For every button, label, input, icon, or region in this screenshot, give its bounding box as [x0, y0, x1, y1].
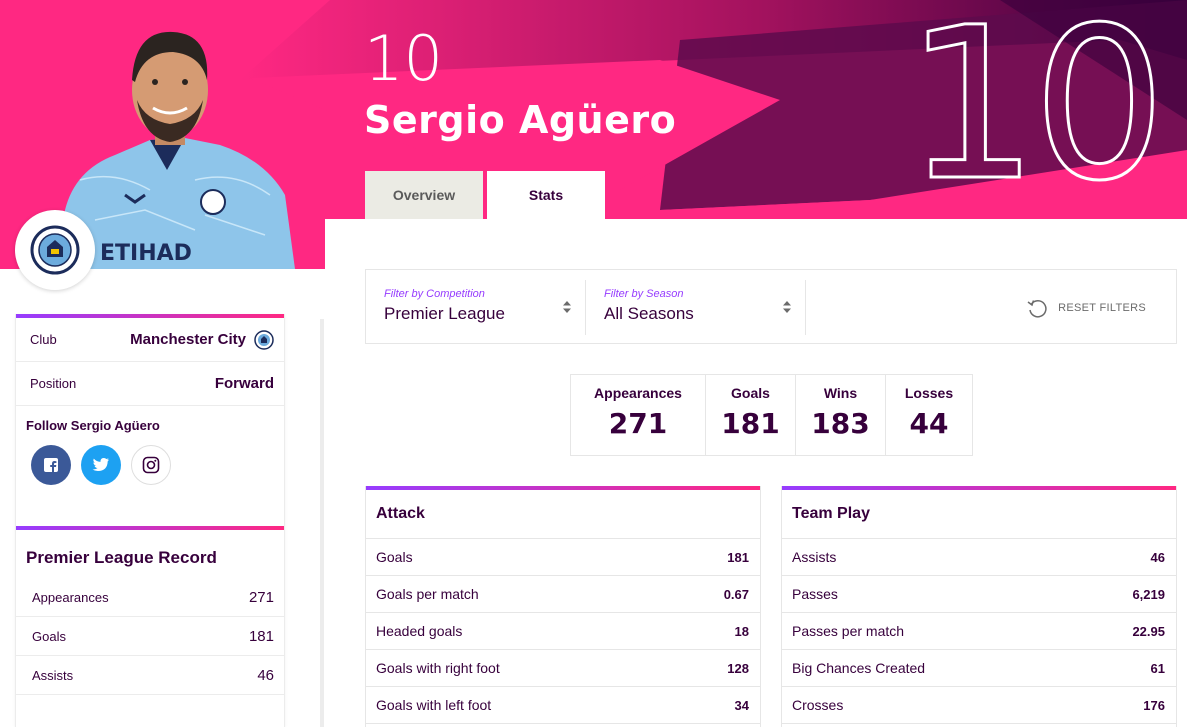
stats-filters: Filter by Competition Premier League Fil… — [365, 269, 1177, 344]
record-row: Assists 46 — [16, 656, 284, 695]
headline-stat-value: 44 — [909, 407, 949, 440]
stat-row: Crosses 176 — [782, 687, 1176, 724]
headline-stat-losses: Losses 44 — [886, 375, 972, 455]
club-label: Club — [30, 332, 57, 347]
record-value: 181 — [248, 627, 274, 645]
season-filter-label: Filter by Season — [604, 288, 684, 300]
record-value: 46 — [257, 666, 274, 684]
card-title: Team Play — [782, 490, 1176, 539]
competition-filter[interactable]: Filter by Competition Premier League — [366, 280, 586, 335]
stat-label: Passes — [792, 586, 838, 602]
player-info-sidebar: Club Manchester City Position Forward Fo… — [15, 314, 285, 727]
record-label: Appearances — [32, 589, 109, 605]
stat-label: Big Chances Created — [792, 660, 926, 676]
stat-value: 18 — [734, 623, 749, 639]
stat-row: Passes per match 22.95 — [782, 613, 1176, 650]
record-label: Goals — [32, 628, 66, 644]
stat-label: Goals — [376, 549, 413, 565]
follow-title: Follow Sergio Agüero — [26, 418, 160, 433]
sort-arrows-icon — [783, 301, 791, 313]
svg-text:ETIHAD: ETIHAD — [100, 241, 192, 266]
club-crest-icon — [254, 329, 274, 350]
headline-stat-label: Appearances — [594, 385, 682, 401]
stat-row: Big Chances Created 61 — [782, 650, 1176, 687]
follow-section: Follow Sergio Agüero — [16, 406, 284, 526]
stat-value: 46 — [1150, 549, 1165, 565]
position-label: Position — [30, 376, 77, 391]
stat-row: Passes 6,219 — [782, 576, 1176, 613]
headline-stat-value: 271 — [608, 407, 668, 440]
card-title: Attack — [366, 490, 760, 539]
stat-value: 128 — [727, 660, 749, 676]
stat-value: 34 — [734, 697, 749, 713]
facebook-link[interactable] — [31, 445, 71, 485]
instagram-icon — [142, 456, 160, 474]
stat-value: 22.95 — [1132, 623, 1165, 639]
stat-row: Assists 46 — [782, 539, 1176, 576]
record-title: Premier League Record — [26, 548, 217, 567]
reset-icon — [1027, 300, 1047, 318]
player-name-heading: Sergio Agüero — [364, 98, 677, 142]
stat-row: Goals 181 — [366, 539, 760, 576]
stat-value: 176 — [1143, 697, 1165, 713]
competition-filter-label: Filter by Competition — [384, 288, 485, 300]
headline-stats: Appearances 271 Goals 181 Wins 183 Losse… — [570, 374, 973, 456]
record-value: 271 — [248, 588, 274, 606]
stat-row: Goals per match 0.67 — [366, 576, 760, 613]
twitter-link[interactable] — [81, 445, 121, 485]
club-value[interactable]: Manchester City — [130, 329, 274, 350]
headline-stat-appearances: Appearances 271 — [571, 375, 706, 455]
record-row: Appearances 271 — [16, 578, 284, 617]
season-filter[interactable]: Filter by Season All Seasons — [586, 280, 806, 335]
sort-arrows-icon — [563, 301, 571, 313]
headline-stat-goals: Goals 181 — [706, 375, 796, 455]
club-name[interactable]: Manchester City — [130, 331, 246, 348]
social-links — [31, 445, 274, 485]
record-row: Goals 181 — [16, 617, 284, 656]
season-filter-value[interactable]: All Seasons — [604, 304, 805, 324]
shirt-number: 10 — [364, 22, 443, 95]
stat-label: Goals with right foot — [376, 660, 500, 676]
stat-value: 0.67 — [723, 586, 749, 602]
position-value: Forward — [214, 375, 274, 392]
instagram-link[interactable] — [131, 445, 171, 485]
stat-label: Goals with left foot — [376, 697, 492, 713]
club-row: Club Manchester City — [16, 318, 284, 362]
stat-label: Assists — [792, 549, 837, 565]
headline-stat-wins: Wins 183 — [796, 375, 886, 455]
twitter-icon — [92, 458, 109, 471]
shirt-number-outline: 10 — [903, 0, 1167, 227]
attack-stats-card: Attack Goals 181 Goals per match 0.67 He… — [365, 486, 761, 727]
stat-value: 6,219 — [1132, 586, 1165, 602]
club-badge[interactable] — [15, 210, 95, 290]
stat-label: Goals per match — [376, 586, 479, 602]
reset-filters-button[interactable]: RESET FILTERS — [1026, 297, 1146, 319]
tab-overview[interactable]: Overview — [365, 171, 483, 219]
competition-filter-value[interactable]: Premier League — [384, 304, 585, 324]
headline-stat-value: 181 — [721, 407, 780, 440]
reset-filters-label[interactable]: RESET FILTERS — [1058, 302, 1146, 314]
stat-label: Headed goals — [376, 623, 463, 639]
headline-stat-label: Goals — [731, 385, 770, 401]
stat-label: Passes per match — [792, 623, 905, 639]
stat-row: Goals with right foot 128 — [366, 650, 760, 687]
sidebar-scrollbar[interactable] — [320, 319, 324, 727]
stat-row: Goals with left foot 34 — [366, 687, 760, 724]
stat-label: Crosses — [792, 697, 844, 713]
tab-stats[interactable]: Stats — [487, 171, 605, 219]
manchester-city-crest-icon — [30, 225, 80, 275]
headline-stat-label: Wins — [823, 385, 858, 401]
team-play-stats-card: Team Play Assists 46 Passes 6,219 Passes… — [781, 486, 1177, 727]
headline-stat-label: Losses — [904, 385, 954, 401]
stat-row: Headed goals 18 — [366, 613, 760, 650]
stat-value: 61 — [1150, 660, 1165, 676]
facebook-icon — [44, 458, 58, 473]
headline-stat-value: 183 — [811, 407, 870, 440]
stat-value: 181 — [727, 549, 749, 565]
position-row: Position Forward — [16, 362, 284, 406]
record-label: Assists — [32, 667, 74, 683]
